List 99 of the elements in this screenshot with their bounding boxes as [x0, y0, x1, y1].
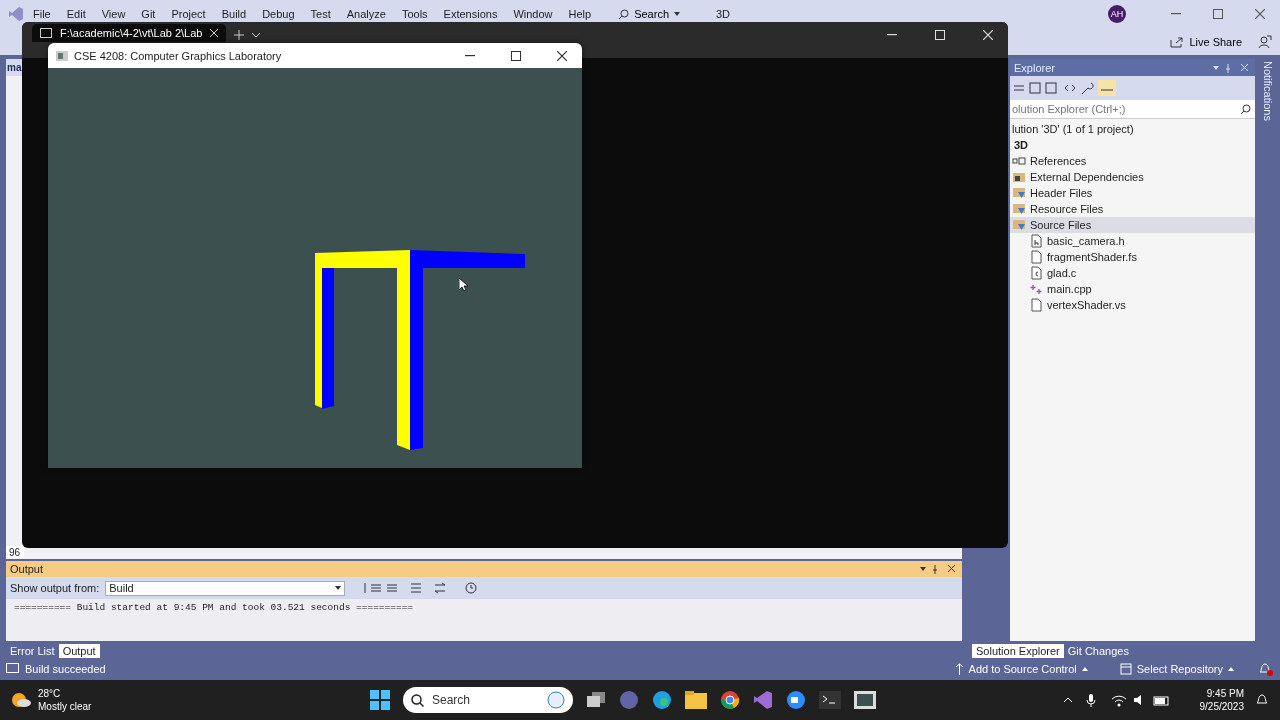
live-share-button[interactable]: Live Share: [1164, 34, 1248, 49]
menu-item[interactable]: Window: [506, 8, 560, 20]
caret-icon: [1081, 667, 1088, 671]
avatar[interactable]: AH: [1108, 5, 1126, 23]
file-icon: [1029, 266, 1043, 280]
tree-item[interactable]: 3D: [1010, 137, 1255, 153]
search-menu[interactable]: Search: [612, 7, 686, 21]
repository-icon: [1119, 663, 1132, 675]
clock-date[interactable]: 9/25/2023: [1199, 700, 1244, 713]
plus-icon: [1029, 282, 1043, 296]
search-icon: [618, 8, 630, 20]
solution-name: 3D: [716, 8, 731, 20]
logo-icon: [8, 6, 24, 22]
panel-tab[interactable]: Output: [58, 644, 100, 658]
minimize-icon[interactable]: [887, 34, 897, 36]
tree-item[interactable]: basic_camera.h: [1010, 233, 1255, 249]
terminal-tab[interactable]: F:\academic\4-2\vt\Lab 2\Lab: [32, 24, 227, 42]
editor-tab[interactable]: ma: [6, 59, 23, 76]
circle-icon: [547, 691, 565, 709]
menu-item[interactable]: Git: [134, 8, 163, 20]
caret-icon[interactable]: [252, 33, 261, 38]
file-icon: [1029, 234, 1043, 248]
status-message: Build succeeded: [25, 663, 106, 675]
menu-item[interactable]: Help: [561, 8, 599, 20]
bell-icon[interactable]: [1258, 662, 1274, 676]
tree-item[interactable]: External Dependencies: [1010, 169, 1255, 185]
browser-icon[interactable]: [720, 690, 740, 710]
panel-controls-icon[interactable]: [1211, 62, 1251, 73]
tree-item[interactable]: main.cpp: [1010, 281, 1255, 297]
menu-item[interactable]: Debug: [255, 8, 302, 20]
panel-tab[interactable]: Git Changes: [1063, 644, 1133, 658]
maximize-icon[interactable]: [1213, 9, 1223, 19]
tree-item[interactable]: fragmentShader.fs: [1010, 249, 1255, 265]
share-icon: [1170, 35, 1185, 48]
tree-item[interactable]: glad.c: [1010, 265, 1255, 281]
caret-icon: [335, 586, 342, 590]
menu-item[interactable]: Project: [164, 8, 213, 20]
menu-item[interactable]: Extensions: [436, 8, 505, 20]
terminal-icon: [40, 28, 52, 38]
menu-item[interactable]: Build: [214, 8, 254, 20]
file-icon: [1029, 298, 1043, 312]
notifications-tab[interactable]: Notifications: [1261, 61, 1274, 121]
repository-button[interactable]: Select Repository: [1113, 662, 1240, 676]
filter-folder-icon: [1012, 219, 1026, 231]
minimize-icon[interactable]: [465, 54, 475, 57]
up-arrow-icon: [954, 663, 964, 675]
panel-tab[interactable]: Solution Explorer: [972, 644, 1064, 658]
filter-folder-icon: [1012, 187, 1026, 199]
panel-title: Output: [10, 563, 44, 575]
search-icon: [411, 693, 424, 707]
search-icon[interactable]: [1240, 103, 1251, 115]
folder-icon: [1012, 171, 1026, 183]
feedback-icon[interactable]: [1258, 34, 1272, 49]
window-title: CSE 4208: Computer Graphics Laboratory: [74, 49, 283, 62]
chat-icon[interactable]: [619, 690, 639, 710]
folder-icon[interactable]: [685, 691, 707, 709]
menu-item[interactable]: View: [94, 8, 133, 20]
temperature: 28°C: [38, 687, 62, 700]
weather-text: Mostly clear: [38, 700, 92, 713]
tree-item[interactable]: lution '3D' (1 of 1 project): [1010, 121, 1255, 137]
maximize-icon[interactable]: [511, 50, 521, 61]
taskbar-search[interactable]: Search: [403, 687, 573, 713]
tree-item[interactable]: Resource Files: [1010, 201, 1255, 217]
panel-controls-icon[interactable]: [918, 564, 958, 574]
window-icon: [56, 50, 68, 61]
browser-icon[interactable]: [652, 690, 672, 710]
field-label: Show output from:: [10, 582, 100, 594]
zoom-level[interactable]: 96: [6, 546, 24, 559]
window-icon[interactable]: [854, 691, 876, 709]
tree-item[interactable]: References: [1010, 153, 1255, 169]
panel-tab[interactable]: Error List: [6, 644, 59, 658]
menu-item[interactable]: Analyze: [339, 8, 393, 20]
menu-item[interactable]: Edit: [59, 8, 93, 20]
clock-time[interactable]: 9:45 PM: [1206, 687, 1244, 700]
app-icon[interactable]: [753, 690, 773, 710]
new-tab-icon[interactable]: [234, 30, 245, 40]
panel-title: Explorer: [1014, 61, 1055, 74]
output-source-dropdown[interactable]: Build: [105, 580, 346, 596]
output-icon[interactable]: [6, 663, 19, 675]
search-box[interactable]: olution Explorer (Ctrl+;): [1010, 100, 1255, 119]
menu-item[interactable]: Test: [303, 8, 338, 20]
close-icon[interactable]: [557, 50, 567, 61]
caret-icon: [1228, 667, 1234, 671]
cursor-icon: [459, 278, 468, 292]
task-view-icon[interactable]: [586, 691, 606, 709]
file-icon: [1029, 250, 1043, 264]
output-line: ========== Build started at 9:45 PM and took 03.521 seconds ==========: [14, 602, 415, 613]
tree-item[interactable]: Header Files: [1010, 185, 1255, 201]
menu-item[interactable]: File: [26, 8, 58, 20]
tree-item[interactable]: vertexShader.vs: [1010, 297, 1255, 313]
menu-item[interactable]: Tools: [394, 8, 435, 20]
source-control-button[interactable]: Add to Source Control: [948, 662, 1094, 676]
video-call-icon[interactable]: [786, 690, 806, 710]
filter-folder-icon: [1012, 203, 1026, 215]
terminal-icon[interactable]: [819, 691, 841, 709]
caret-icon: [674, 12, 680, 16]
tree-item[interactable]: Source Files: [1010, 217, 1255, 233]
reference-icon: [1012, 157, 1026, 165]
start-icon[interactable]: [370, 690, 390, 710]
